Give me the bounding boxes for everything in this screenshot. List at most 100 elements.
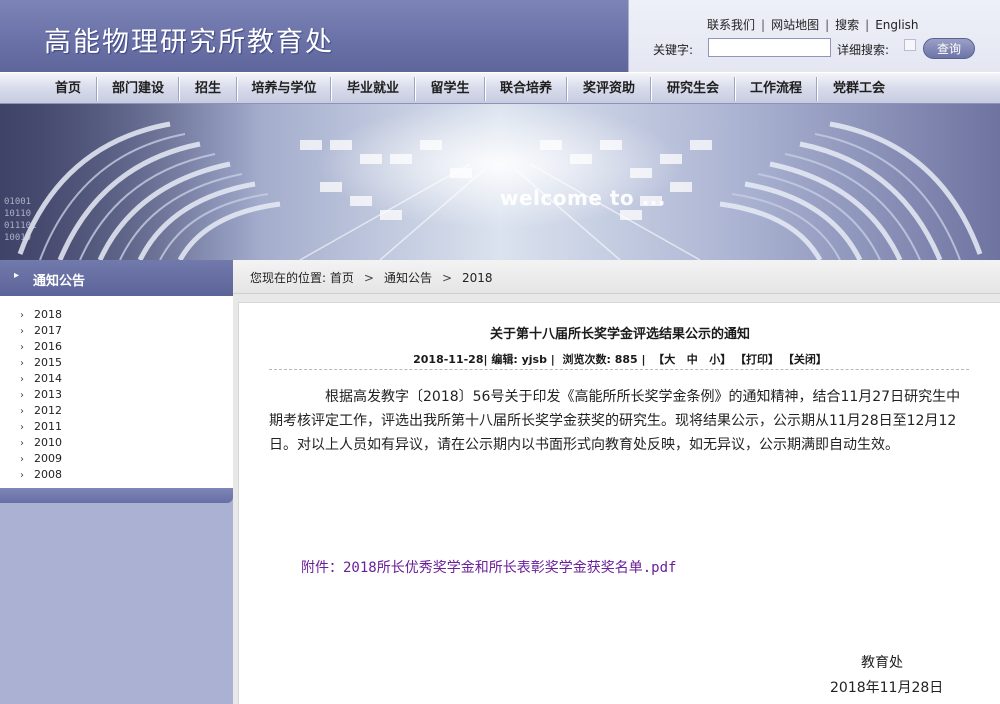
link-separator: | — [825, 18, 830, 32]
year-label: 2014 — [34, 372, 62, 385]
article-views: 浏览次数: 885 — [562, 353, 638, 366]
sidebar-item-2008[interactable]: › 2008 — [20, 468, 62, 481]
nav-item-international-students[interactable]: 留学生 — [416, 73, 484, 103]
link-separator: | — [865, 18, 870, 32]
chevron-right-icon: ▸ — [14, 270, 20, 281]
sidebar-title: 通知公告 — [33, 274, 86, 289]
attachment-link[interactable]: 附件：2018所长优秀奖学金和所长表彰奖学金获奖名单.pdf — [301, 557, 676, 577]
year-label: 2015 — [34, 356, 62, 369]
chevron-right-icon: › — [20, 438, 24, 449]
chevron-right-icon: > — [441, 271, 453, 285]
year-label: 2009 — [34, 452, 62, 465]
search-row: 关键字: 详细搜索: 查询 — [653, 38, 999, 60]
font-size-small-button[interactable]: 小 — [709, 353, 720, 366]
svg-text:10110: 10110 — [4, 209, 31, 219]
font-size-large-button[interactable]: 大 — [664, 353, 675, 366]
sidebar-item-2012[interactable]: › 2012 — [20, 404, 62, 417]
banner-graphic: 01001 10110 011101 10010 — [0, 104, 983, 260]
year-list: › 2018 › 2017 › 2016 › 2015 › 2014 › 2013 › 201… — [0, 296, 233, 490]
site-header: 高能物理研究所教育处 联系我们 | 网站地图 | 搜索 | English 关键字: 详细搜… — [0, 0, 1000, 72]
banner-image: 01001 10110 011101 10010 welcome to ... — [0, 104, 1000, 260]
nav-item-training-degrees[interactable]: 培养与学位 — [238, 73, 330, 103]
year-label: 2013 — [34, 388, 62, 401]
breadcrumb-home[interactable]: 首页 — [330, 271, 354, 285]
print-button[interactable]: 打印 — [746, 353, 768, 366]
year-label: 2018 — [34, 308, 62, 321]
advanced-search-label: 详细搜索: — [837, 43, 890, 57]
svg-text:011101: 011101 — [4, 221, 37, 231]
search-button[interactable]: 查询 — [923, 38, 975, 59]
logo-area: 高能物理研究所教育处 — [0, 0, 628, 72]
chevron-right-icon: › — [20, 358, 24, 369]
english-link[interactable]: English — [875, 18, 918, 32]
signature-department: 教育处 — [861, 655, 903, 671]
article-title: 关于第十八届所长奖学金评选结果公示的通知 — [489, 327, 750, 342]
sidebar-item-2010[interactable]: › 2010 — [20, 436, 62, 449]
sidebar-item-2013[interactable]: › 2013 — [20, 388, 62, 401]
chevron-right-icon: › — [20, 470, 24, 481]
year-label: 2017 — [34, 324, 62, 337]
chevron-right-icon: › — [20, 342, 24, 353]
site-map-link[interactable]: 网站地图 — [771, 18, 819, 32]
link-separator: | — [761, 18, 766, 32]
chevron-right-icon: › — [20, 326, 24, 337]
year-label: 2016 — [34, 340, 62, 353]
keyword-input[interactable] — [708, 38, 831, 57]
article-editor: 编辑: yjsb — [491, 353, 547, 366]
chevron-right-icon: › — [20, 310, 24, 321]
year-label: 2012 — [34, 404, 62, 417]
nav-item-home[interactable]: 首页 — [40, 73, 96, 103]
font-size-medium-button[interactable]: 中 — [687, 353, 698, 366]
nav-item-graduation-employment[interactable]: 毕业就业 — [332, 73, 414, 103]
sidebar-item-2015[interactable]: › 2015 — [20, 356, 62, 369]
nav-item-workflow[interactable]: 工作流程 — [736, 73, 816, 103]
year-label: 2011 — [34, 420, 62, 433]
svg-text:01001: 01001 — [4, 197, 31, 207]
nav-item-admissions[interactable]: 招生 — [180, 73, 236, 103]
site-title: 高能物理研究所教育处 — [44, 27, 334, 58]
article-date: 2018-11-28 — [413, 353, 484, 366]
year-label: 2008 — [34, 468, 62, 481]
nav-item-party-union[interactable]: 党群工会 — [818, 73, 900, 103]
chevron-right-icon: › — [20, 454, 24, 465]
svg-text:10010: 10010 — [4, 233, 31, 243]
main-nav: 首页 部门建设 招生 培养与学位 毕业就业 留学生 联合培养 奖评资助 研究生会… — [0, 72, 1000, 104]
utility-area: 联系我们 | 网站地图 | 搜索 | English 关键字: 详细搜索: 查询 — [628, 0, 1000, 72]
breadcrumb-notices[interactable]: 通知公告 — [384, 271, 432, 285]
advanced-search-checkbox[interactable] — [904, 39, 916, 51]
chevron-right-icon: › — [20, 406, 24, 417]
chevron-right-icon: › — [20, 422, 24, 433]
contact-us-link[interactable]: 联系我们 — [707, 18, 755, 32]
article-body: 根据高发教字〔2018〕56号关于印发《高能所所长奖学金条例》的通知精神，结合1… — [269, 389, 961, 453]
article-divider — [269, 369, 969, 370]
chevron-right-icon: > — [363, 271, 374, 285]
article-panel: 关于第十八届所长奖学金评选结果公示的通知 2018-11-28| 编辑: yjs… — [238, 302, 1000, 704]
sidebar-item-2009[interactable]: › 2009 — [20, 452, 62, 465]
nav-item-awards-funding[interactable]: 奖评资助 — [568, 73, 650, 103]
keyword-label: 关键字: — [653, 43, 694, 57]
sidebar-item-2014[interactable]: › 2014 — [20, 372, 62, 385]
nav-item-departments[interactable]: 部门建设 — [98, 73, 178, 103]
breadcrumb-year[interactable]: 2018 — [462, 271, 493, 285]
breadcrumb-prefix: 您现在的位置: — [250, 271, 327, 285]
chevron-right-icon: › — [20, 374, 24, 385]
article-meta: 2018-11-28| 编辑: yjsb | 浏览次数: 885 | 【大 中 … — [413, 353, 827, 366]
nav-item-joint-training[interactable]: 联合培养 — [486, 73, 566, 103]
sidebar-header[interactable]: ▸ 通知公告 — [0, 260, 233, 296]
chevron-right-icon: › — [20, 390, 24, 401]
welcome-text: welcome to ... — [500, 186, 666, 210]
top-links: 联系我们 | 网站地图 | 搜索 | English — [707, 16, 919, 33]
breadcrumb: 您现在的位置: 首页 > 通知公告 >2018 — [250, 269, 493, 286]
sidebar-item-2016[interactable]: › 2016 — [20, 340, 62, 353]
sidebar-item-2017[interactable]: › 2017 — [20, 324, 62, 337]
search-link[interactable]: 搜索 — [835, 18, 859, 32]
sidebar-footer-bar — [0, 488, 233, 503]
year-label: 2010 — [34, 436, 62, 449]
breadcrumb-bar: 您现在的位置: 首页 > 通知公告 >2018 — [233, 260, 1000, 294]
sidebar-item-2011[interactable]: › 2011 — [20, 420, 62, 433]
sidebar-item-2018[interactable]: › 2018 — [20, 308, 62, 321]
nav-item-student-union[interactable]: 研究生会 — [652, 73, 734, 103]
sidebar: ▸ 通知公告 › 2018 › 2017 › 2016 › 2015 › 2014 › 20… — [0, 260, 233, 704]
signature-date: 2018年11月28日 — [830, 680, 944, 696]
close-button[interactable]: 关闭 — [794, 353, 816, 366]
